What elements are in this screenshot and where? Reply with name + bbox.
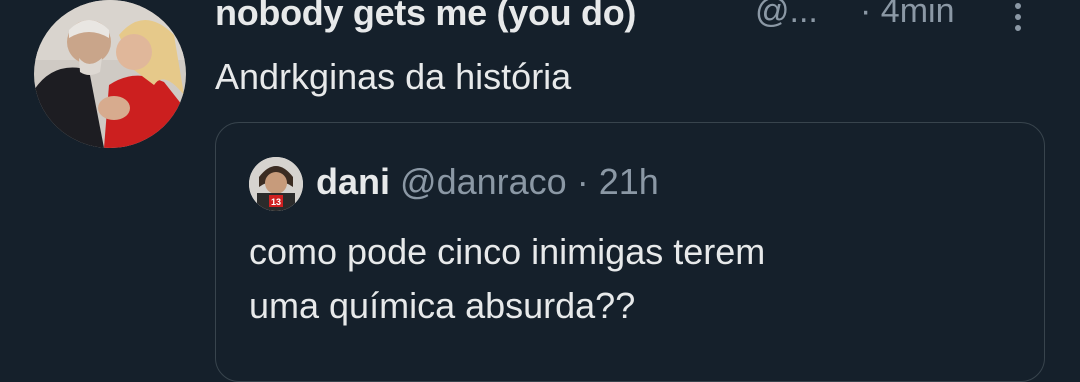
- quoted-text-line: uma química absurda??: [249, 285, 636, 326]
- quoted-author-handle[interactable]: @danraco: [400, 161, 567, 202]
- author-display-name[interactable]: nobody gets me (you do): [215, 0, 636, 34]
- time-value: 4min: [880, 0, 955, 30]
- quoted-text-line: como pode cinco inimigas terem: [249, 231, 766, 272]
- quoted-time-separator: ·: [576, 161, 589, 202]
- quoted-tweet-timestamp[interactable]: 21h: [599, 161, 659, 202]
- profile-photo-icon: 13: [249, 157, 303, 211]
- quoted-author-avatar[interactable]: 13: [249, 157, 303, 211]
- quoted-tweet-text: como pode cinco inimigas terem uma quími…: [249, 225, 1009, 333]
- quoted-tweet-card[interactable]: 13 dani @danraco · 21h como pode cinco i…: [215, 122, 1045, 382]
- tweet-header: nobody gets me (you do) @... · 4min: [215, 0, 1055, 42]
- svg-text:13: 13: [271, 197, 281, 207]
- tweet-timestamp[interactable]: · 4min: [860, 0, 954, 31]
- profile-photo-icon: [34, 0, 186, 148]
- tweet[interactable]: nobody gets me (you do) @... · 4min Andr…: [0, 0, 1080, 382]
- time-separator: ·: [860, 0, 872, 30]
- author-avatar[interactable]: [34, 0, 186, 148]
- quoted-author-display-name[interactable]: dani: [316, 161, 390, 202]
- tweet-text: Andrkginas da história: [215, 56, 572, 97]
- quoted-tweet-header: dani @danraco · 21h: [316, 161, 659, 203]
- vertical-ellipsis-icon[interactable]: [1011, 2, 1025, 32]
- author-handle[interactable]: @...: [755, 0, 818, 31]
